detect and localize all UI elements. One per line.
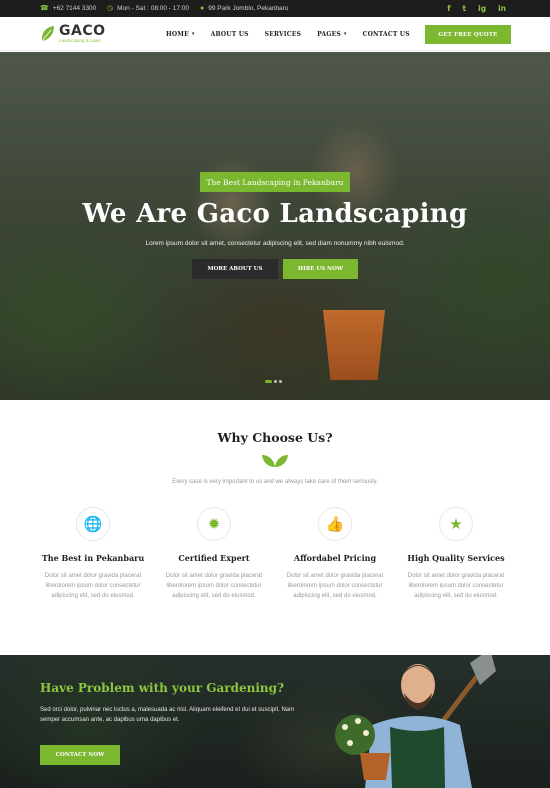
phone-text: +62 7144 3300 [52,5,97,12]
twitter-icon[interactable]: t [463,4,467,13]
hero-banner: The Best Landscaping in Pekanbaru We Are… [0,52,550,400]
contact-now-button[interactable]: CONTACT NOW [40,745,120,765]
top-address: ● 99 Park Jomblo, Pekanbaru [200,0,288,17]
nav-about[interactable]: ABOUT US [211,31,249,38]
feature-title: Affordabel Pricing [293,553,377,563]
twin-leaf-icon [262,455,288,467]
why-subtitle: Every case is very important to us and w… [172,479,378,485]
social-links: f t ig in [447,0,506,17]
nav-about-label: ABOUT US [210,30,249,38]
feature-quality: ★ High Quality Services Dolor sit amet d… [396,507,516,601]
nav-pages[interactable]: PAGES ▾ [317,31,346,38]
address-text: 99 Park Jomblo, Pekanbaru [208,5,289,12]
badge-icon: ✹ [197,507,231,541]
linkedin-icon[interactable]: in [498,4,506,13]
instagram-icon[interactable]: ig [478,4,486,13]
cta-title: Have Problem with your Gardening? [40,681,285,695]
feature-best: 🌐 The Best in Pekanbaru Dolor sit amet d… [33,507,153,601]
top-phone[interactable]: ☎ +62 7144 3300 [40,0,96,17]
nav-services-label: SERVICES [264,30,302,38]
gardener-image [335,655,496,788]
top-hours: ◷ Mon - Sat : 08:00 - 17:00 [107,0,189,17]
star-icon: ★ [439,507,473,541]
feature-pricing: 👍 Affordabel Pricing Dolor sit amet dolo… [275,507,395,601]
feature-title: Certified Expert [178,553,250,563]
features-row: 🌐 The Best in Pekanbaru Dolor sit amet d… [33,507,519,607]
feature-text: Dolor sit amet dolor gravida placerat li… [286,573,384,599]
hero-title: We Are Gaco Landscaping [82,199,468,229]
caret-down-icon: ▾ [191,31,195,37]
caret-down-icon: ▾ [343,31,347,37]
cta-text: Sed orci dolor, pulvinar nec luctus a, m… [40,707,295,723]
nav-pages-label: PAGES [317,30,341,38]
clock-icon: ◷ [107,5,114,12]
slider-dot[interactable] [279,380,282,383]
why-title: Why Choose Us? [217,430,333,445]
leaf-logo-icon [41,26,54,42]
hours-text: Mon - Sat : 08:00 - 17:00 [117,5,190,12]
logo-tagline: Landscaping & Lawn [59,38,101,43]
feature-title: The Best in Pekanbaru [41,553,145,563]
hire-us-button[interactable]: HIRE US NOW [283,259,358,279]
slider-dot[interactable] [274,380,277,383]
map-pin-icon: ● [200,5,205,12]
globe-icon: 🌐 [76,507,110,541]
top-bar: ☎ +62 7144 3300 ◷ Mon - Sat : 08:00 - 17… [0,0,550,17]
feature-text: Dolor sit amet dolor gravida placerat li… [165,573,263,599]
logo[interactable]: GACO Landscaping & Lawn [40,24,106,44]
get-quote-button[interactable]: GET FREE QUOTE [425,25,511,44]
phone-icon: ☎ [40,5,49,12]
slider-dot-active[interactable] [265,380,272,383]
feature-text: Dolor sit amet dolor gravida placerat li… [44,573,142,599]
nav-home[interactable]: HOME ▾ [166,31,195,38]
thumbs-up-icon: 👍 [318,507,352,541]
site-header: GACO Landscaping & Lawn HOME ▾ ABOUT US … [0,17,550,51]
hero-subtitle: Lorem ipsum dolor sit amet, consectetur … [145,240,405,247]
nav-contact-label: CONTACT US [362,30,410,38]
feature-text: Dolor sit amet dolor gravida placerat li… [407,573,505,599]
nav-services[interactable]: SERVICES [265,31,301,38]
feature-certified: ✹ Certified Expert Dolor sit amet dolor … [154,507,274,601]
gardening-cta: Have Problem with your Gardening? Sed or… [0,655,550,788]
main-nav: HOME ▾ ABOUT US SERVICES PAGES ▾ CONTACT… [166,17,426,51]
feature-title: High Quality Services [407,553,505,563]
nav-home-label: HOME [166,30,189,38]
facebook-icon[interactable]: f [447,4,450,13]
logo-name: GACO [59,23,106,39]
hero-badge: The Best Landscaping in Pekanbaru [200,172,350,192]
more-about-button[interactable]: MORE ABOUT US [192,259,278,279]
slider-dots [265,380,282,383]
nav-contact[interactable]: CONTACT US [363,31,410,38]
